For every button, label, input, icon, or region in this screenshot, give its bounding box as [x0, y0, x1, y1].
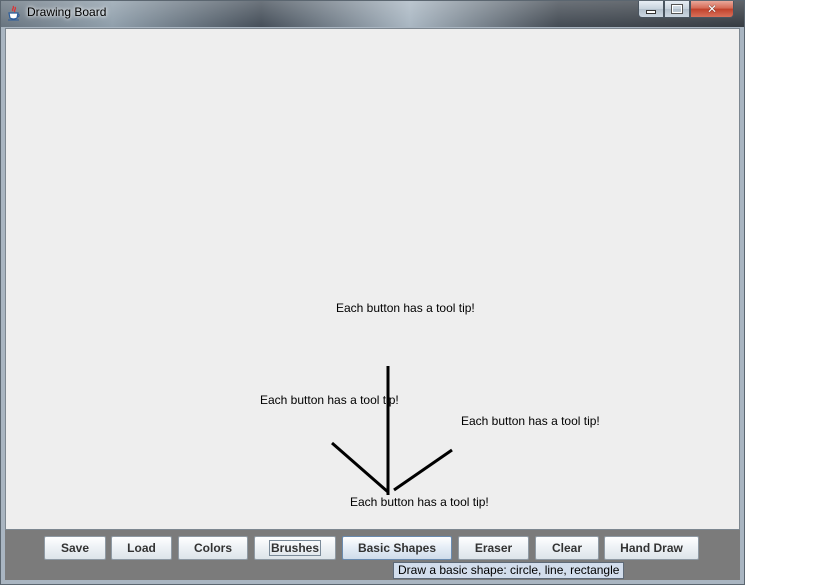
canvas-drawing — [331, 366, 453, 495]
title-bar[interactable]: Drawing Board ✕ — [1, 1, 744, 27]
maximize-button[interactable] — [664, 1, 690, 18]
save-button-label: Save — [60, 541, 90, 555]
drawn-line-left-diagonal — [331, 441, 389, 494]
eraser-button-label: Eraser — [474, 541, 513, 555]
canvas-text-label: Each button has a tool tip! — [336, 301, 475, 315]
hand-draw-button[interactable]: Hand Draw — [604, 536, 699, 560]
close-icon: ✕ — [706, 2, 718, 16]
colors-button-label: Colors — [193, 541, 232, 555]
clear-button-label: Clear — [551, 541, 583, 555]
brushes-button-label: Brushes — [268, 540, 322, 556]
load-button-label: Load — [127, 541, 156, 555]
brushes-button[interactable]: Brushes — [254, 536, 336, 560]
save-button[interactable]: Save — [44, 536, 106, 560]
close-button[interactable]: ✕ — [690, 1, 734, 18]
tooltip: Draw a basic shape: circle, line, rectan… — [393, 562, 625, 579]
colors-button[interactable]: Colors — [178, 536, 248, 560]
maximize-icon — [671, 4, 683, 14]
minimize-icon — [646, 10, 656, 14]
drawing-canvas[interactable]: Each button has a tool tip! Each button … — [5, 28, 740, 530]
canvas-text-label: Each button has a tool tip! — [350, 495, 489, 509]
eraser-button[interactable]: Eraser — [458, 536, 529, 560]
window-title: Drawing Board — [27, 5, 107, 19]
java-cup-icon — [8, 5, 20, 21]
hand-draw-button-label: Hand Draw — [620, 541, 683, 555]
load-button[interactable]: Load — [111, 536, 172, 560]
clear-button[interactable]: Clear — [535, 536, 599, 560]
basic-shapes-button[interactable]: Basic Shapes — [342, 536, 452, 560]
basic-shapes-button-label: Basic Shapes — [357, 541, 437, 555]
minimize-button[interactable] — [638, 1, 664, 18]
canvas-text-label: Each button has a tool tip! — [461, 414, 600, 428]
drawn-line-right-diagonal — [393, 448, 453, 492]
canvas-text-label: Each button has a tool tip! — [260, 393, 399, 407]
app-window: Drawing Board ✕ Each button has a tool t… — [0, 0, 745, 585]
button-toolbar: Save Load Colors Brushes Basic Shapes Er… — [5, 530, 740, 580]
